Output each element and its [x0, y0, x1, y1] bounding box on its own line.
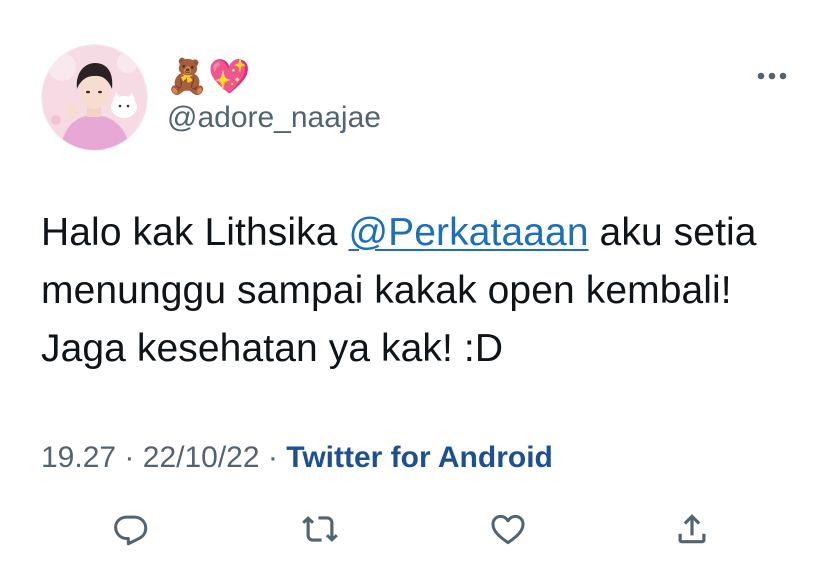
tweet-metadata: 19.27 · 22/10/22 · Twitter for Android [41, 440, 553, 476]
heart-icon [491, 514, 525, 545]
meta-separator: · [124, 441, 135, 474]
retweet-icon [302, 516, 338, 542]
tweet-source-link[interactable]: Twitter for Android [286, 441, 553, 474]
share-icon [678, 514, 706, 544]
tweet-text: Halo kak Lithsika @Perkataaan aku setia … [41, 204, 801, 378]
tweet-text-start: Halo kak Lithsika [41, 211, 349, 254]
tweet-actions [0, 505, 828, 555]
avatar[interactable] [41, 44, 148, 151]
more-options-button[interactable] [752, 64, 792, 88]
avatar-image [42, 45, 147, 150]
tweet-card: 🧸💖 @adore_naajae Halo kak Lithsika @Perk… [0, 0, 828, 577]
share-button[interactable] [668, 505, 716, 553]
teddy-bear-icon: 🧸 [166, 56, 209, 97]
tweet-time[interactable]: 19.27 [41, 441, 116, 474]
like-button[interactable] [484, 505, 532, 553]
sparkling-heart-icon: 💖 [208, 56, 251, 97]
user-handle[interactable]: @adore_naajae [167, 100, 381, 136]
reply-icon [114, 515, 148, 546]
tweet-date[interactable]: 22/10/22 [143, 441, 260, 474]
mention-link[interactable]: @Perkataaan [348, 211, 588, 254]
retweet-button[interactable] [296, 505, 344, 553]
meta-separator: · [267, 441, 278, 474]
more-horizontal-icon [757, 72, 787, 80]
reply-button[interactable] [107, 505, 155, 553]
display-name[interactable]: 🧸💖 [166, 55, 251, 97]
